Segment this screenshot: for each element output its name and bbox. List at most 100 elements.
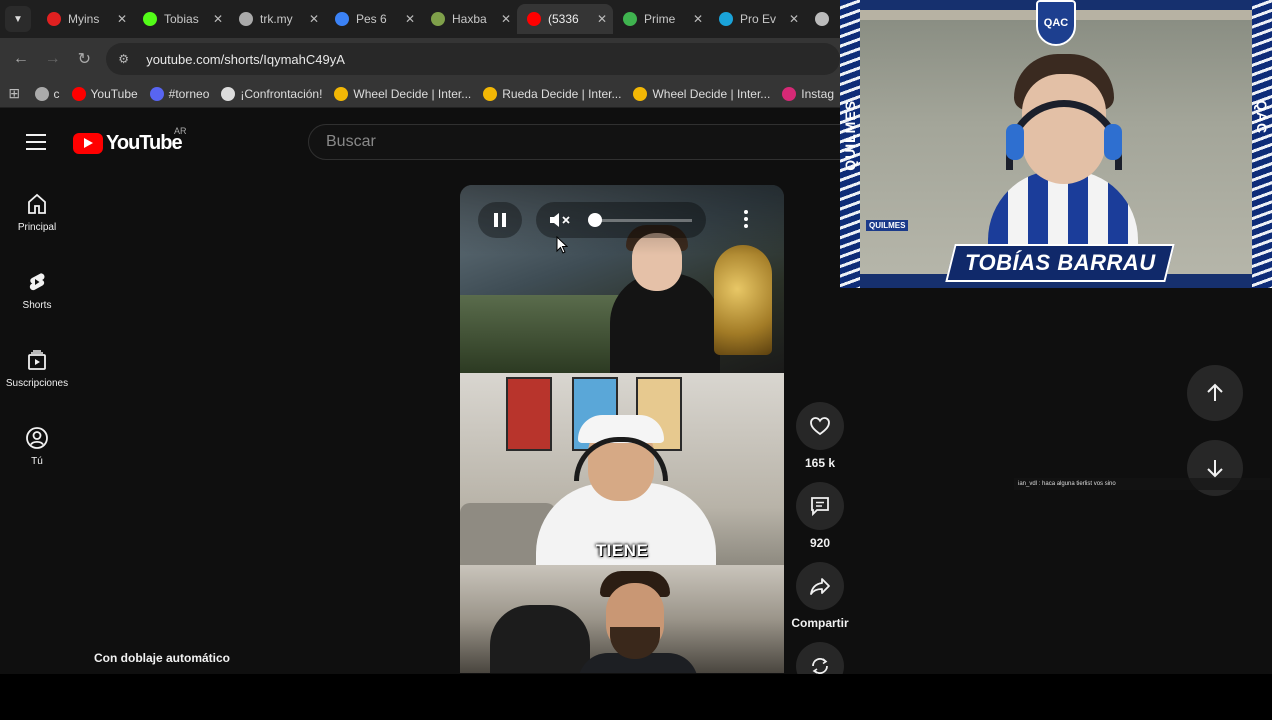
- close-tab-icon[interactable]: ✕: [597, 12, 607, 26]
- bookmark-item[interactable]: Rueda Decide | Inter...: [477, 86, 627, 101]
- muted-volume-icon[interactable]: [548, 211, 576, 229]
- wheel-icon: [334, 86, 349, 101]
- webcam-overlay: QUILMES QAC QAC QUILMES TOBÍAS BARRAU: [840, 0, 1272, 288]
- comment-action: 920: [790, 482, 850, 550]
- tab-search-button[interactable]: ▼: [5, 6, 31, 32]
- arrow-up-icon: [1207, 383, 1223, 401]
- search-placeholder: Buscar: [326, 133, 376, 150]
- bookmark-item[interactable]: YouTube: [66, 86, 144, 101]
- tab-title: Pro Ev: [740, 12, 777, 26]
- close-tab-icon[interactable]: ✕: [117, 12, 127, 26]
- browser-tab[interactable]: Prime ✕: [613, 4, 709, 34]
- stadium-background: [460, 295, 630, 373]
- tab-title: Pes 6: [356, 12, 387, 26]
- youtube-logo[interactable]: YouTube: [73, 132, 183, 155]
- browser-toolbar: ← → ↻ ⚙ youtube.com/shorts/IqymahC49yA: [0, 38, 841, 80]
- bookmark-label: ¡Confrontación!: [240, 86, 323, 101]
- browser-tab[interactable]: Pro Ev ✕: [709, 4, 805, 34]
- mouse-cursor-icon: [556, 236, 568, 254]
- apps-grid-icon[interactable]: ⊞: [0, 85, 29, 102]
- address-bar[interactable]: ⚙ youtube.com/shorts/IqymahC49yA: [106, 43, 841, 75]
- comment-icon: [811, 497, 829, 517]
- youtube-logo-text: YouTube: [106, 132, 183, 154]
- browser-tab[interactable]: Pes 6 ✕: [325, 4, 421, 34]
- like-action: 165 k: [790, 402, 850, 470]
- bookmark-item[interactable]: ¡Confrontación!: [215, 86, 328, 101]
- pause-button[interactable]: [478, 202, 522, 238]
- tab-title: Tobias: [164, 12, 199, 26]
- tab-title: trk.my: [260, 12, 293, 26]
- guide-label: Tú: [31, 456, 43, 467]
- more-options-icon[interactable]: [736, 207, 756, 235]
- youtube-icon: [527, 12, 541, 26]
- bookmark-item[interactable]: Instag: [776, 86, 840, 101]
- gaming-chair-shape: [490, 605, 590, 673]
- bookmark-label: Wheel Decide | Inter...: [652, 86, 771, 101]
- volume-control[interactable]: [536, 202, 706, 238]
- comment-count: 920: [809, 536, 831, 550]
- share-action: Compartir: [790, 562, 850, 630]
- guide-label: Shorts: [22, 300, 52, 311]
- settings-globe-icon: [815, 12, 829, 26]
- close-tab-icon[interactable]: ✕: [309, 12, 319, 26]
- guide-item-principal[interactable]: Principal: [0, 176, 74, 254]
- discord-icon: [149, 86, 164, 101]
- poster-image: [506, 377, 552, 451]
- bookmark-label: Rueda Decide | Inter...: [502, 86, 622, 101]
- browser-tab[interactable]: Haxba ✕: [421, 4, 517, 34]
- close-tab-icon[interactable]: ✕: [693, 12, 703, 26]
- tab-list: Myins ✕ Tobias ✕ trk.my ✕ Pes 6 ✕ Haxba ✕ (5336 ✕ Pr…: [37, 4, 837, 34]
- menu-icon[interactable]: [26, 134, 46, 150]
- pes-icon: [335, 12, 349, 26]
- account-icon: [26, 427, 48, 449]
- bookmark-item[interactable]: #torneo: [144, 86, 216, 101]
- close-tab-icon[interactable]: ✕: [501, 12, 511, 26]
- player-controls: [460, 185, 784, 255]
- short-video-player[interactable]: TIENE: [460, 185, 784, 673]
- volume-slider-track[interactable]: [594, 219, 692, 222]
- site-info-icon[interactable]: ⚙: [118, 52, 134, 66]
- back-button[interactable]: ←: [5, 50, 37, 68]
- like-button[interactable]: [796, 402, 844, 450]
- browser-tab[interactable]: (5336 ✕: [517, 4, 613, 34]
- search-input[interactable]: Buscar: [308, 124, 848, 160]
- share-button[interactable]: [796, 562, 844, 610]
- previous-short-button[interactable]: [1187, 365, 1243, 421]
- reload-button[interactable]: ↻: [68, 49, 100, 69]
- club-name-right: QAC: [1254, 100, 1270, 135]
- short-action-bar: 165 k 920 Compartir: [790, 402, 850, 702]
- like-count: 165 k: [804, 456, 836, 470]
- guide-item-you[interactable]: Tú: [0, 410, 74, 488]
- browser-tab[interactable]: N: [805, 4, 837, 34]
- comments-button[interactable]: [796, 482, 844, 530]
- chat-message-overlay: ian_vdl : haca alguna tierlist vos sino: [1014, 478, 1270, 490]
- bookmark-label: Instag: [801, 86, 834, 101]
- bottom-black-strip: [0, 674, 1272, 720]
- guide-label: Principal: [17, 222, 57, 233]
- tab-title: Haxba: [452, 12, 487, 26]
- video-panel-middle: TIENE: [460, 373, 784, 565]
- guide-item-subscriptions[interactable]: Suscripciones: [0, 332, 74, 410]
- browser-tab[interactable]: Myins ✕: [37, 4, 133, 34]
- volume-slider-knob[interactable]: [588, 213, 602, 227]
- shorts-icon: [29, 273, 45, 291]
- close-tab-icon[interactable]: ✕: [789, 12, 799, 26]
- guide-label: Suscripciones: [5, 378, 69, 389]
- youtube-icon: [71, 86, 86, 101]
- heart-icon: [810, 417, 830, 436]
- forward-button[interactable]: →: [37, 50, 69, 68]
- bookmark-item[interactable]: Wheel Decide | Inter...: [328, 86, 477, 101]
- bookmark-item[interactable]: Wheel Decide | Inter...: [627, 86, 776, 101]
- tab-title: Prime: [644, 12, 676, 26]
- browser-tab[interactable]: trk.my ✕: [229, 4, 325, 34]
- browser-tab[interactable]: Tobias ✕: [133, 4, 229, 34]
- guide-item-shorts[interactable]: Shorts: [0, 254, 74, 332]
- tab-title: (5336: [548, 12, 579, 26]
- bookmark-item[interactable]: c: [29, 86, 66, 101]
- globe-icon: [34, 86, 49, 101]
- wheel-icon: [633, 86, 648, 101]
- instagram-icon: [782, 86, 797, 101]
- close-tab-icon[interactable]: ✕: [213, 12, 223, 26]
- close-tab-icon[interactable]: ✕: [405, 12, 415, 26]
- browser-tab-strip: ▼ Myins ✕ Tobias ✕ trk.my ✕ Pes 6 ✕ Haxba ✕ (5336 ✕…: [0, 0, 840, 38]
